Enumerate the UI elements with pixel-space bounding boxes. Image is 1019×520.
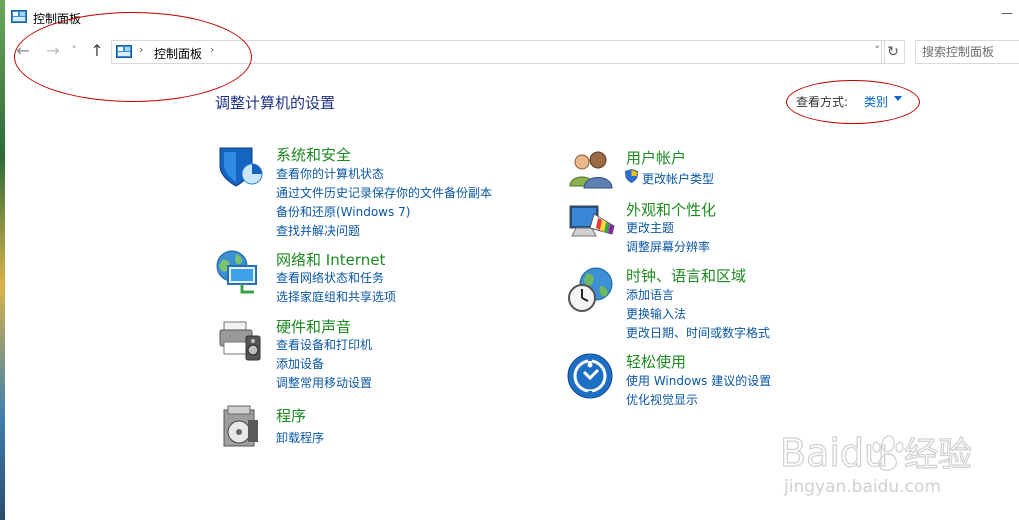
breadcrumb-separator[interactable]: › (139, 43, 143, 56)
link-add-language[interactable]: 添加语言 (626, 286, 674, 303)
ease-of-access-icon[interactable] (566, 352, 614, 400)
search-input[interactable] (916, 42, 1018, 62)
link-change-theme[interactable]: 更改主题 (626, 219, 674, 236)
link-homegroup-sharing[interactable]: 选择家庭组和共享选项 (276, 288, 396, 305)
view-by-label: 查看方式: (796, 95, 849, 109)
monitor-palette-icon[interactable] (568, 200, 616, 248)
category-user-accounts[interactable]: 用户帐户 (626, 147, 686, 168)
printer-speaker-icon[interactable] (216, 316, 264, 364)
link-screen-resolution[interactable]: 调整屏幕分辨率 (626, 238, 710, 255)
desktop-edge (0, 0, 5, 520)
baidu-jingyan-watermark: Baidu 经验 jingyan.baidu.com (780, 430, 973, 497)
watermark-cn: 经验 (904, 435, 972, 475)
category-network-internet[interactable]: 网络和 Internet (276, 249, 385, 270)
link-view-computer-status[interactable]: 查看你的计算机状态 (276, 165, 384, 182)
category-system-security[interactable]: 系统和安全 (276, 144, 351, 165)
title-bar[interactable]: 控制面板 — (5, 0, 1019, 35)
back-button[interactable]: ← (13, 40, 33, 62)
chevron-down-icon[interactable] (894, 96, 902, 101)
recent-locations-button[interactable]: ˅ (68, 40, 80, 62)
control-panel-icon (116, 45, 132, 58)
forward-button[interactable]: → (43, 40, 63, 62)
watermark-brand: Baidu (780, 431, 888, 475)
users-icon[interactable] (568, 146, 616, 194)
uac-shield-icon (625, 169, 638, 183)
category-hardware-sound[interactable]: 硬件和声音 (276, 316, 351, 337)
programs-disc-icon[interactable] (218, 402, 266, 450)
link-file-history-backup[interactable]: 通过文件历史记录保存你的文件备份副本 (276, 184, 492, 201)
link-uninstall-program[interactable]: 卸载程序 (276, 429, 324, 446)
breadcrumb-separator[interactable]: › (210, 43, 214, 56)
link-devices-printers[interactable]: 查看设备和打印机 (276, 336, 372, 353)
address-bar[interactable]: › 控制面板 › ˅ (111, 40, 885, 64)
category-clock-language-region[interactable]: 时钟、语言和区域 (626, 265, 746, 286)
category-appearance-personalization[interactable]: 外观和个性化 (626, 199, 716, 220)
window-title: 控制面板 (33, 12, 82, 26)
watermark-url: jingyan.baidu.com (783, 477, 941, 497)
search-box[interactable] (915, 40, 1019, 64)
link-recommended-settings[interactable]: 使用 Windows 建议的设置 (626, 372, 771, 389)
control-panel-icon (11, 10, 27, 23)
page-title: 调整计算机的设置 (215, 94, 336, 112)
breadcrumb-control-panel[interactable]: 控制面板 (154, 45, 202, 62)
refresh-button[interactable]: ↻ (881, 40, 905, 64)
category-ease-of-access[interactable]: 轻松使用 (626, 351, 686, 372)
view-by-dropdown[interactable]: 类别 (864, 93, 888, 110)
link-mobility-settings[interactable]: 调整常用移动设置 (276, 374, 372, 391)
link-network-status[interactable]: 查看网络状态和任务 (276, 269, 384, 286)
up-button[interactable]: ↑ (87, 40, 107, 62)
link-change-account-type[interactable]: 更改帐户类型 (642, 170, 714, 187)
link-add-device[interactable]: 添加设备 (276, 355, 324, 372)
address-dropdown-button[interactable]: ˅ (875, 44, 881, 57)
shield-pie-icon[interactable] (216, 144, 264, 192)
globe-network-icon[interactable] (214, 248, 262, 296)
navigation-bar: ← → ˅ ↑ › 控制面板 › ˅ ↻ (5, 36, 1019, 66)
clock-globe-icon[interactable] (566, 266, 614, 314)
category-programs[interactable]: 程序 (276, 405, 306, 426)
link-troubleshoot[interactable]: 查找并解决问题 (276, 222, 360, 239)
link-date-time-format[interactable]: 更改日期、时间或数字格式 (626, 324, 770, 341)
link-optimize-visual-display[interactable]: 优化视觉显示 (626, 391, 698, 408)
minimize-button[interactable]: — (1001, 6, 1013, 20)
link-backup-restore[interactable]: 备份和还原(Windows 7) (276, 203, 410, 220)
link-change-input-method[interactable]: 更换输入法 (626, 305, 686, 322)
